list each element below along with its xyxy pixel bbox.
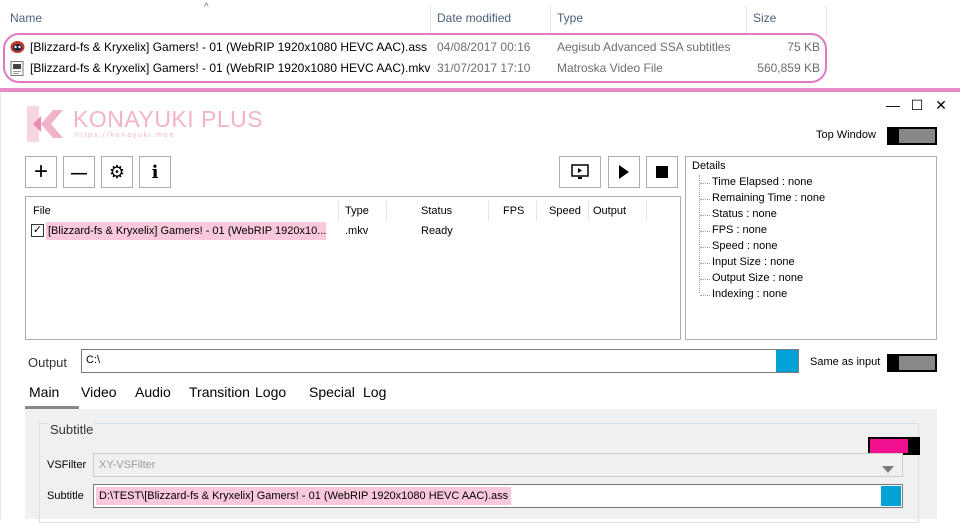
vsfilter-select[interactable]: XY-VSFilter [93,453,903,477]
column-separator[interactable] [826,6,827,36]
top-window-toggle[interactable] [887,127,937,145]
play-icon [618,163,630,183]
sort-ascending-icon: ^ [204,2,209,13]
toggle-knob [899,356,935,370]
add-button[interactable]: + [25,156,57,188]
output-label: Output [28,355,68,370]
vsfilter-label: VSFilter [47,459,87,471]
info-button[interactable]: i [139,156,171,188]
stop-button[interactable] [646,156,678,188]
start-button[interactable] [608,156,640,188]
plus-icon: + [33,158,48,185]
column-header-date[interactable]: Date modified [427,0,511,36]
stop-icon [656,162,668,182]
gear-icon: ⚙ [108,162,126,182]
konayuki-logo-icon [25,106,65,142]
subtitle-group-label: Subtitle [48,422,96,437]
info-icon: i [151,162,159,183]
tab-main[interactable]: Main [29,384,59,400]
toggle-knob [899,129,935,143]
row-checkbox[interactable]: ✓ [31,224,44,237]
detail-item: FPS : none [700,224,767,236]
minimize-button[interactable]: — [881,95,905,115]
output-path-input[interactable]: C:\ [81,349,799,373]
vsfilter-value: XY-VSFilter [99,459,156,471]
file-selection-highlight [3,33,827,83]
queue-list[interactable]: File Type Status FPS Speed Output ✓ [Bli… [25,196,681,340]
konayuki-window: — ☐ ✕ KONAYUKI PLUS https://konayuki.moe… [0,92,960,523]
same-as-input-label: Same as input [810,356,881,368]
preview-button[interactable] [559,156,601,188]
details-title: Details [692,160,726,172]
column-header-name[interactable]: Name [0,0,42,36]
column-header-type[interactable]: Type [547,0,583,36]
tab-video[interactable]: Video [81,384,117,400]
browse-output-button[interactable] [776,350,798,372]
browse-subtitle-button[interactable] [881,486,901,506]
tab-special[interactable]: Special [309,384,355,400]
tab-logo[interactable]: Logo [255,384,286,400]
detail-item: Speed : none [700,240,777,252]
minus-icon: — [71,165,87,182]
list-header-fps[interactable]: FPS [503,205,524,217]
detail-item: Status : none [700,208,777,220]
list-header-type[interactable]: Type [345,205,369,217]
close-button[interactable]: ✕ [929,95,953,115]
tab-audio[interactable]: Audio [135,384,171,400]
app-logo-text: KONAYUKI PLUS [73,106,264,132]
row-file-name: [Blizzard-fs & Kryxelix] Gamers! - 01 (W… [46,222,326,240]
subtitle-path-value: D:\TEST\[Blizzard-fs & Kryxelix] Gamers!… [96,487,512,505]
detail-item: Output Size : none [700,272,803,284]
list-header-speed[interactable]: Speed [549,205,581,217]
maximize-button[interactable]: ☐ [905,95,929,115]
list-header-status[interactable]: Status [421,205,452,217]
subtitle-path-input[interactable]: D:\TEST\[Blizzard-fs & Kryxelix] Gamers!… [93,484,903,508]
settings-button[interactable]: ⚙ [101,156,133,188]
monitor-play-icon [571,164,589,184]
column-separator[interactable] [488,201,489,221]
column-separator[interactable] [338,201,339,221]
top-window-label: Top Window [816,129,876,141]
column-separator[interactable] [588,201,589,221]
app-logo-url: https://konayuki.moe [75,132,176,139]
detail-item: Input Size : none [700,256,795,268]
toggle-knob [870,439,908,453]
column-header-size[interactable]: Size [743,0,776,36]
file-explorer-list: ^ Name Date modified Type Size [Blizzard… [0,0,960,90]
details-panel: Details Time Elapsed : none Remaining Ti… [685,156,937,340]
detail-item: Indexing : none [700,288,787,300]
list-header-file[interactable]: File [33,205,51,217]
column-separator[interactable] [536,201,537,221]
subtitle-label: Subtitle [47,490,84,502]
table-row[interactable]: ✓ [Blizzard-fs & Kryxelix] Gamers! - 01 … [26,221,680,240]
tab-log[interactable]: Log [363,384,386,400]
chevron-down-icon [882,462,894,476]
column-separator[interactable] [646,201,647,221]
list-header-output[interactable]: Output [593,205,626,217]
column-separator[interactable] [386,201,387,221]
row-status: Ready [421,225,453,237]
row-type: .mkv [345,225,369,237]
detail-item: Remaining Time : none [700,192,825,204]
tab-transition[interactable]: Transition [189,384,250,400]
same-as-input-toggle[interactable] [887,354,937,372]
output-path-value: C:\ [86,354,101,366]
remove-button[interactable]: — [63,156,95,188]
detail-item: Time Elapsed : none [700,176,812,188]
